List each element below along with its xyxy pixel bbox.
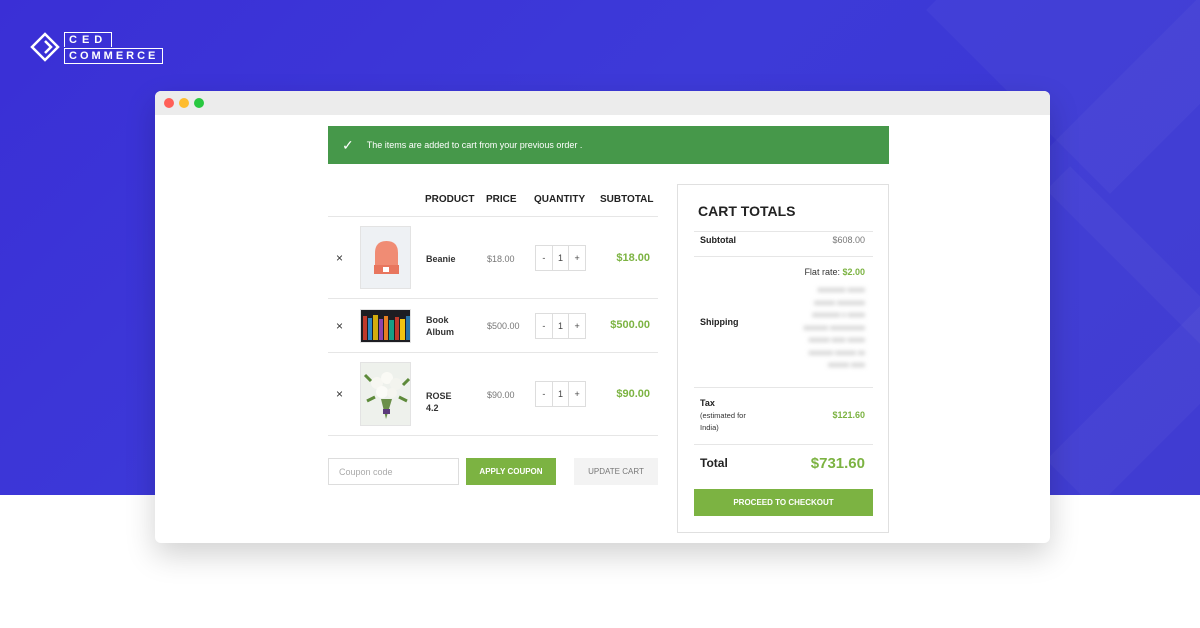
increase-quantity-button[interactable]: + [569,382,585,406]
cart-totals-title: CART TOTALS [698,203,796,219]
flat-rate-value: $2.00 [842,267,865,277]
update-cart-button[interactable]: UPDATE CART [574,458,658,485]
divider [694,444,873,445]
line-subtotal: $500.00 [610,319,650,331]
increase-quantity-button[interactable]: + [569,246,585,270]
rose-bouquet-image[interactable] [360,362,411,426]
quantity-value[interactable]: 1 [551,246,570,270]
cart-row-beanie: × Beanie $18.00 - 1 + $18.00 [328,217,658,299]
minimize-window-icon[interactable] [179,98,189,108]
increase-quantity-button[interactable]: + [569,314,585,338]
quantity-value[interactable]: 1 [551,314,570,338]
beanie-image[interactable] [360,226,411,289]
cart-row-rose: × ROSE 4.2 $90.00 - 1 + $90.00 [328,353,658,436]
close-window-icon[interactable] [164,98,174,108]
tax-value: $121.60 [832,410,865,420]
quantity-stepper[interactable]: - 1 + [535,381,586,407]
remove-item-icon[interactable]: × [336,387,343,401]
browser-window: ✓ The items are added to cart from your … [155,91,1050,543]
divider [694,231,873,232]
proceed-to-checkout-button[interactable]: PROCEED TO CHECKOUT [694,489,873,516]
shipping-options-blurred: xxxxxxxx xxxxx xxxxxx xxxxxxxx xxxxxxxx x … [803,287,865,369]
product-price: $90.00 [487,390,515,400]
cart-table: PRODUCT PRICE QUANTITY SUBTOTAL × Beanie… [328,183,658,436]
flat-rate-label: Flat rate: [804,267,840,277]
checkmark-icon: ✓ [342,136,354,153]
cart-totals-panel: CART TOTALS Subtotal $608.00 Flat rate: … [677,184,889,533]
remove-item-icon[interactable]: × [336,319,343,333]
flat-rate: Flat rate: $2.00 [804,267,865,277]
cart-notice: ✓ The items are added to cart from your … [328,126,889,164]
cart-row-book-album: × Book Album $500.00 - 1 + $500.00 [328,299,658,353]
notice-message: The items are added to cart from your pr… [366,140,583,150]
divider [694,256,873,257]
quantity-value[interactable]: 1 [551,382,570,406]
tax-note: (estimated for India) [700,411,746,432]
product-price: $500.00 [487,321,520,331]
header-quantity: QUANTITY [534,194,586,205]
subtotal-value: $608.00 [832,235,865,245]
product-name[interactable]: ROSE 4.2 [426,390,466,414]
divider [694,387,873,388]
product-price: $18.00 [487,254,515,264]
window-titlebar [155,91,1050,115]
decrease-quantity-button[interactable]: - [536,314,552,338]
coupon-code-input[interactable]: Coupon code [328,458,459,485]
total-value: $731.60 [810,455,865,472]
total-label: Total [700,456,728,470]
subtotal-label: Subtotal [700,235,736,245]
logo-wordmark: CED COMMERCE [64,30,164,64]
maximize-window-icon[interactable] [194,98,204,108]
header-price: PRICE [486,194,517,205]
logo-ced-text: CED [64,32,113,47]
book-album-image[interactable] [360,309,411,343]
line-subtotal: $90.00 [616,388,650,400]
remove-item-icon[interactable]: × [336,251,343,265]
apply-coupon-button[interactable]: APPLY COUPON [466,458,556,485]
table-header: PRODUCT PRICE QUANTITY SUBTOTAL [328,183,658,217]
header-product: PRODUCT [425,194,475,205]
product-name[interactable]: Beanie [426,253,466,265]
tax-label: Tax [700,398,715,408]
quantity-stepper[interactable]: - 1 + [535,245,586,271]
decrease-quantity-button[interactable]: - [536,382,552,406]
line-subtotal: $18.00 [616,252,650,264]
product-name[interactable]: Book Album [426,314,466,338]
shipping-label: Shipping [700,317,739,327]
header-subtotal: SUBTOTAL [600,194,654,205]
logo-mark-icon [30,32,60,62]
cedcommerce-logo: CED COMMERCE [30,30,164,64]
logo-commerce-text: COMMERCE [64,48,164,64]
decrease-quantity-button[interactable]: - [536,246,552,270]
quantity-stepper[interactable]: - 1 + [535,313,586,339]
